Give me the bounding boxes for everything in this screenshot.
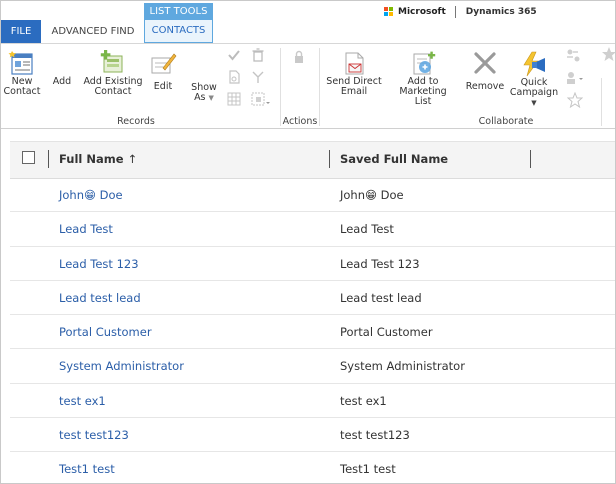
saved-full-name-cell: Lead Test: [340, 222, 394, 237]
table-row[interactable]: Lead test lead Lead test lead: [10, 281, 615, 316]
add-icon-placeholder: [47, 50, 77, 77]
saved-full-name-cell: Lead test lead: [340, 290, 422, 305]
show-as-icon-placeholder: [187, 50, 221, 83]
context-tab-group: LIST TOOLS CONTACTS: [144, 3, 213, 43]
microsoft-logo-icon: [384, 7, 394, 17]
edit-button[interactable]: Edit: [147, 50, 179, 92]
tab-advanced-find[interactable]: ADVANCED FIND: [49, 20, 137, 43]
table-row[interactable]: Lead Test 123 Lead Test 123: [10, 247, 615, 281]
marketing-label-1: Add to Marketing: [399, 76, 447, 97]
delete-trash-icon[interactable]: [251, 48, 265, 62]
saved-full-name-cell: John😁 Doe: [340, 188, 404, 202]
brand-header: Microsoft Dynamics 365: [384, 5, 537, 19]
add-button[interactable]: Add: [47, 50, 77, 87]
full-name-link[interactable]: Portal Customer: [59, 325, 152, 339]
grid-body: John😁 Doe John😁 Doe Lead Test Lead Test Lead…: [10, 178, 615, 483]
saved-full-name-cell: Test1 test: [340, 462, 396, 477]
saved-full-name-cell: Lead Test 123: [340, 256, 420, 271]
group-label-records: Records: [117, 116, 155, 127]
full-name-link[interactable]: Lead test lead: [59, 291, 141, 305]
remove-button[interactable]: Remove: [465, 50, 505, 92]
table-row[interactable]: Test1 test Test1 test: [10, 452, 615, 483]
column-separator[interactable]: [48, 150, 49, 168]
group-separator-2: [319, 48, 320, 126]
new-contact-label-2: Contact: [3, 86, 41, 97]
sort-ascending-icon: ↑: [127, 152, 138, 166]
full-name-link[interactable]: Lead Test: [59, 222, 113, 236]
full-name-link[interactable]: John😁 Doe: [59, 188, 123, 202]
group-label-collaborate: Collaborate: [478, 116, 534, 127]
edit-icon: [151, 53, 177, 74]
grid-header: Full Name ↑ Saved Full Name: [10, 141, 615, 179]
full-name-link[interactable]: System Administrator: [59, 359, 184, 373]
table-row[interactable]: test test123 test test123: [10, 418, 615, 453]
add-existing-contact-icon: [100, 50, 123, 73]
activate-check-icon[interactable]: [227, 48, 241, 62]
remove-label: Remove: [465, 81, 505, 92]
connect-users-icon[interactable]: [565, 48, 583, 64]
app-window: FILE ADVANCED FIND LIST TOOLS CONTACTS M…: [0, 0, 616, 484]
lock-icon[interactable]: [293, 50, 305, 64]
saved-full-name-cell: System Administrator: [340, 359, 465, 374]
select-all-checkbox[interactable]: [22, 151, 35, 164]
add-label: Add: [52, 76, 72, 87]
new-contact-icon: [8, 51, 33, 75]
document-icon[interactable]: [227, 70, 241, 84]
saved-full-name-cell: test test123: [340, 428, 410, 443]
brand-microsoft: Microsoft: [398, 7, 446, 17]
send-email-icon: [345, 52, 364, 75]
group-separator-3: [601, 78, 602, 126]
brand-product: Dynamics 365: [465, 7, 537, 17]
merge-icon[interactable]: [251, 70, 265, 84]
table-row[interactable]: Lead Test Lead Test: [10, 212, 615, 247]
tab-bar: FILE ADVANCED FIND LIST TOOLS CONTACTS M…: [1, 1, 615, 43]
overflow-star-icon[interactable]: [601, 46, 615, 62]
column-separator[interactable]: [530, 150, 531, 168]
remove-x-icon: [474, 52, 496, 74]
assign-dropdown-icon[interactable]: [565, 70, 585, 86]
table-row[interactable]: Portal Customer Portal Customer: [10, 315, 615, 350]
full-name-link[interactable]: test ex1: [59, 394, 106, 408]
tab-contacts[interactable]: CONTACTS: [144, 20, 213, 43]
chart-dropdown-icon[interactable]: [251, 92, 271, 106]
quick-campaign-label-2: Campaign ▼: [509, 87, 559, 108]
grid-view-icon[interactable]: [227, 92, 241, 106]
new-contact-button[interactable]: New Contact: [3, 50, 41, 97]
table-row[interactable]: System Administrator System Administrator: [10, 349, 615, 384]
add-to-marketing-list-button[interactable]: Add to Marketing List: [383, 50, 463, 107]
tab-file[interactable]: FILE: [1, 20, 41, 43]
quick-campaign-button[interactable]: Quick Campaign ▼: [507, 50, 561, 108]
full-name-link[interactable]: Test1 test: [59, 462, 115, 476]
follow-star-icon[interactable]: [567, 92, 583, 108]
add-existing-label-2: Contact: [94, 86, 132, 97]
column-header-saved-full-name[interactable]: Saved Full Name: [340, 152, 448, 166]
context-group-title: LIST TOOLS: [144, 3, 213, 20]
saved-full-name-cell: test ex1: [340, 393, 387, 408]
send-direct-email-button[interactable]: Send Direct Email: [325, 50, 383, 97]
marketing-list-icon: [413, 51, 436, 75]
brand-separator: [454, 6, 456, 18]
full-name-link[interactable]: test test123: [59, 428, 129, 442]
show-as-label-2: As ▼: [194, 92, 214, 103]
table-row[interactable]: John😁 Doe John😁 Doe: [10, 178, 615, 213]
table-row[interactable]: test ex1 test ex1: [10, 384, 615, 419]
saved-full-name-cell: Portal Customer: [340, 325, 433, 340]
full-name-link[interactable]: Lead Test 123: [59, 257, 139, 271]
group-label-actions: Actions: [282, 116, 318, 127]
quick-campaign-icon: [523, 51, 545, 77]
show-as-button[interactable]: Show As ▼: [187, 50, 221, 103]
column-separator[interactable]: [329, 150, 330, 168]
add-existing-contact-button[interactable]: Add Existing Contact: [83, 50, 143, 97]
ribbon: New Contact Add Add Existing Contact Edi…: [1, 43, 615, 129]
edit-label: Edit: [153, 81, 173, 92]
send-email-label-2: Email: [340, 86, 368, 97]
column-header-full-name[interactable]: Full Name ↑: [59, 152, 137, 166]
marketing-label-2: List: [414, 96, 432, 107]
group-separator-1: [280, 48, 281, 126]
